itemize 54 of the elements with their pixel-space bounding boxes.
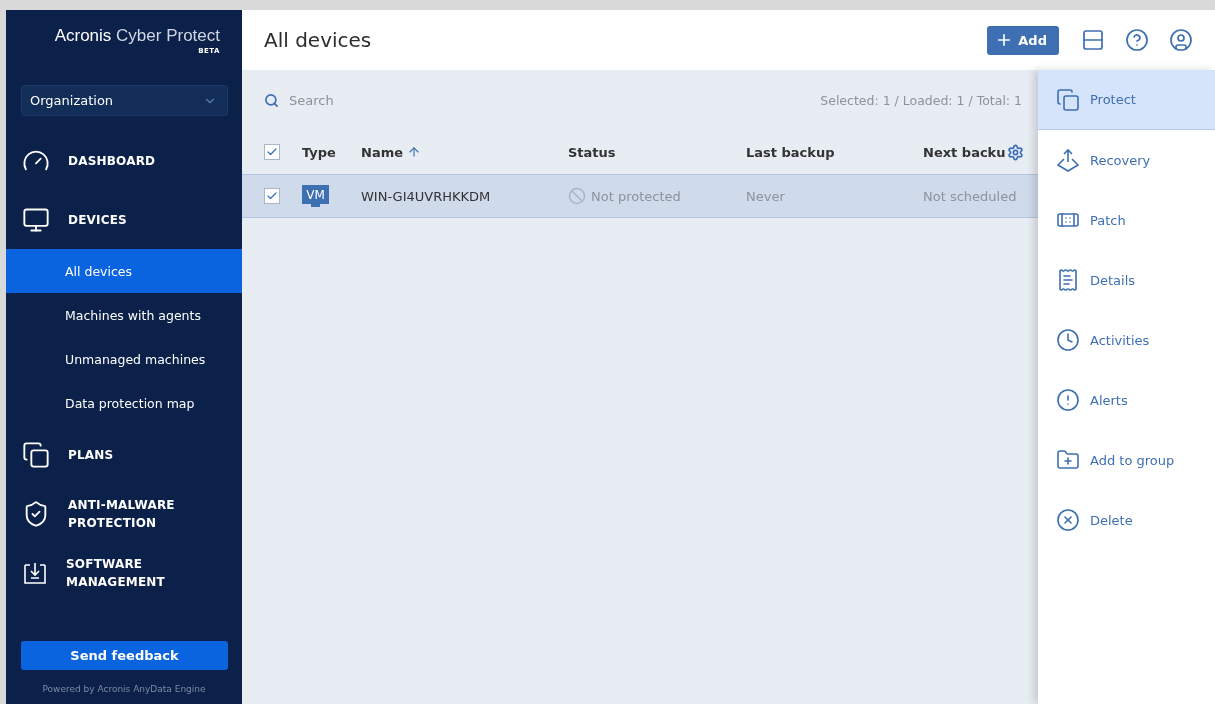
action-item[interactable]: Patch [1038, 190, 1215, 250]
folder-plus-icon [1056, 448, 1080, 472]
action-item[interactable]: Delete [1038, 490, 1215, 550]
search-field[interactable]: Search [287, 91, 451, 109]
settings-icon[interactable] [1007, 143, 1024, 161]
select-all-checkbox[interactable] [264, 144, 280, 160]
document-icon [1056, 268, 1080, 292]
powered-by-text: Powered by Acronis AnyData Engine [41, 683, 207, 696]
upload-arrow-icon [1056, 148, 1080, 172]
last-backup-text: Never [746, 188, 786, 204]
column-header[interactable]: Name [361, 144, 568, 160]
nav-section[interactable]: SOFTWARE MANAGEMENT [6, 543, 242, 602]
column-header[interactable]: Last backup [746, 144, 923, 160]
send-feedback-button[interactable]: Send feedback [21, 641, 228, 670]
not-protected-icon [568, 187, 586, 205]
alert-icon [1056, 388, 1080, 412]
action-item[interactable]: Protect [1038, 70, 1215, 130]
item-counts: Selected: 1 / Loaded: 1 / Total: 1 [820, 92, 1022, 108]
squares-icon [22, 440, 50, 469]
layout-icon[interactable] [1081, 28, 1105, 52]
nav-item[interactable]: Machines with agents [6, 293, 242, 337]
nav-section[interactable]: PLANS [6, 425, 242, 484]
column-header[interactable]: Type [302, 144, 361, 160]
help-icon[interactable] [1125, 28, 1149, 52]
check-icon [266, 190, 278, 202]
action-item[interactable]: Add to group [1038, 430, 1215, 490]
action-item[interactable]: Alerts [1038, 370, 1215, 430]
check-icon [266, 146, 278, 158]
vm-badge: VM [302, 185, 329, 207]
table-row[interactable]: VM WIN-GI4UVRHKKDM Not protected Never Not scheduled [242, 174, 1038, 218]
page-title: All devices [264, 28, 373, 52]
clock-icon [1056, 328, 1080, 352]
nav-section[interactable]: DASHBOARD [6, 131, 242, 190]
organization-select[interactable]: Organization [21, 85, 228, 116]
next-backup-text: Not scheduled [923, 188, 1018, 204]
add-button[interactable]: Add [987, 25, 1059, 55]
action-item[interactable]: Activities [1038, 310, 1215, 370]
nav-item[interactable]: All devices [6, 249, 242, 293]
account-icon[interactable] [1169, 28, 1193, 52]
search-icon [264, 92, 279, 108]
device-name: WIN-GI4UVRHKKDM [361, 188, 492, 204]
action-item[interactable]: Recovery [1038, 130, 1215, 190]
row-checkbox[interactable] [264, 188, 280, 204]
nav-item[interactable]: Data protection map [6, 381, 242, 425]
squares-icon [1056, 87, 1080, 112]
status-text: Not protected [591, 188, 681, 204]
product-logo: Acronis Cyber Protect [54, 26, 220, 46]
delete-icon [1056, 508, 1080, 532]
nav-section[interactable]: ANTI-MALWARE PROTECTION [6, 484, 242, 543]
column-header[interactable]: Next backu [923, 144, 1006, 160]
column-header[interactable]: Status [568, 144, 746, 160]
nav-section[interactable]: DEVICES [6, 190, 242, 249]
action-item[interactable]: Details [1038, 250, 1215, 310]
nav-item[interactable]: Unmanaged machines [6, 337, 242, 381]
